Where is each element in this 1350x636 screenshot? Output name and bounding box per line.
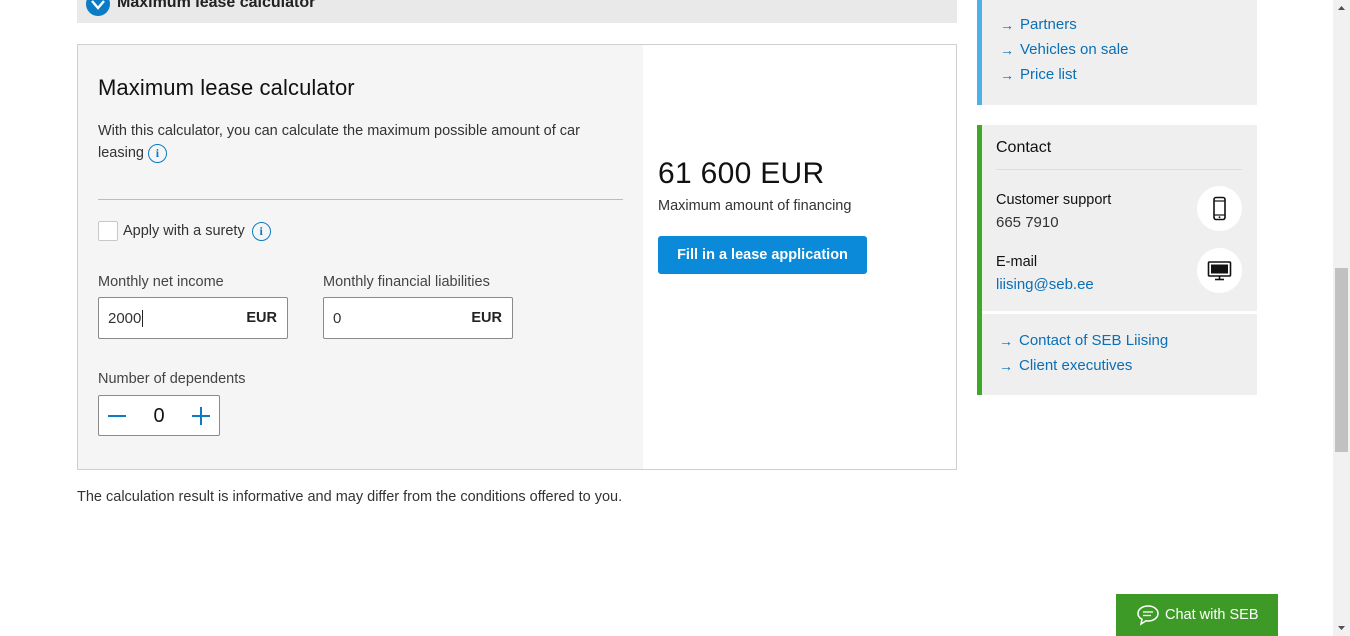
arrow-right-icon: → (999, 332, 1013, 349)
lease-application-button[interactable]: Fill in a lease application (658, 236, 867, 274)
income-label: Monthly net income (98, 274, 224, 290)
income-input[interactable]: 2000 EUR (98, 297, 288, 339)
scrollbar-thumb[interactable] (1335, 268, 1348, 452)
surety-checkbox[interactable] (98, 221, 118, 241)
surety-info-icon[interactable]: i (251, 221, 271, 241)
sidebar-link-label: Price list (1020, 66, 1077, 83)
sidebar-link-price-list[interactable]: → Price list (1000, 66, 1077, 83)
support-label: Customer support (996, 192, 1112, 208)
contact-title: Contact (996, 139, 1052, 156)
liabilities-input[interactable]: 0 EUR (323, 297, 513, 339)
liabilities-unit: EUR (471, 310, 502, 326)
calculator-description: With this calculator, you can calculate … (98, 120, 618, 164)
contact-panel: Contact Customer support 665 7910 E-mail… (977, 125, 1257, 395)
email-link[interactable]: liising@seb.ee (996, 276, 1094, 293)
calculator-description-text: With this calculator, you can calculate … (98, 123, 580, 161)
chat-bubble-icon (1137, 605, 1159, 626)
plus-icon[interactable] (190, 405, 212, 427)
calculator-form: Maximum lease calculator With this calcu… (78, 45, 643, 469)
page-scrollbar[interactable] (1333, 0, 1350, 636)
lease-calculator: Maximum lease calculator With this calcu… (77, 44, 957, 470)
sidebar-link-partners[interactable]: → Partners (1000, 16, 1077, 33)
income-value-text: 2000 (108, 310, 142, 327)
contact-link-client-executives[interactable]: → Client executives (999, 357, 1132, 374)
scroll-up-icon[interactable] (1333, 0, 1350, 17)
arrow-right-icon: → (999, 357, 1013, 374)
chat-label: Chat with SEB (1165, 607, 1259, 623)
dependents-stepper: 0 (98, 395, 220, 436)
scroll-down-icon[interactable] (1333, 619, 1350, 636)
arrow-right-icon: → (1000, 66, 1014, 83)
divider (98, 199, 623, 200)
sidebar-link-label: Partners (1020, 16, 1077, 33)
accordion-title: Maximum lease calculator (117, 0, 316, 11)
contact-link-label: Client executives (1019, 357, 1133, 374)
dependents-label: Number of dependents (98, 371, 246, 387)
text-caret (142, 310, 144, 327)
info-icon[interactable]: i (147, 143, 167, 163)
contact-link-label: Contact of SEB Liising (1019, 332, 1169, 349)
phone-icon (1197, 186, 1242, 231)
surety-label: Apply with a surety (123, 223, 245, 239)
sidebar-links: → Partners → Vehicles on sale → Price list (977, 0, 1257, 105)
calculator-title: Maximum lease calculator (98, 75, 355, 100)
disclaimer: The calculation result is informative an… (77, 489, 623, 505)
chevron-down-icon (86, 0, 110, 16)
income-unit: EUR (246, 310, 277, 326)
email-label: E-mail (996, 254, 1038, 270)
arrow-right-icon: → (1000, 16, 1014, 33)
support-phone[interactable]: 665 7910 (996, 214, 1059, 231)
income-value: 2000 (108, 310, 144, 327)
sidebar-link-vehicles[interactable]: → Vehicles on sale (1000, 41, 1128, 58)
sidebar-link-label: Vehicles on sale (1020, 41, 1129, 58)
divider (982, 311, 1257, 314)
contact-link-seb-liising[interactable]: → Contact of SEB Liising (999, 332, 1168, 349)
liabilities-label: Monthly financial liabilities (323, 274, 490, 290)
surety-option: Apply with a surety i (98, 221, 271, 241)
result-amount: 61 600 EUR (658, 157, 825, 190)
liabilities-value: 0 (333, 310, 342, 327)
result-label: Maximum amount of financing (658, 198, 852, 214)
accordion-header[interactable]: Maximum lease calculator (77, 0, 957, 23)
arrow-right-icon: → (1000, 41, 1014, 58)
monitor-icon (1197, 248, 1242, 293)
divider (996, 169, 1242, 170)
chat-button[interactable]: Chat with SEB (1116, 594, 1278, 636)
